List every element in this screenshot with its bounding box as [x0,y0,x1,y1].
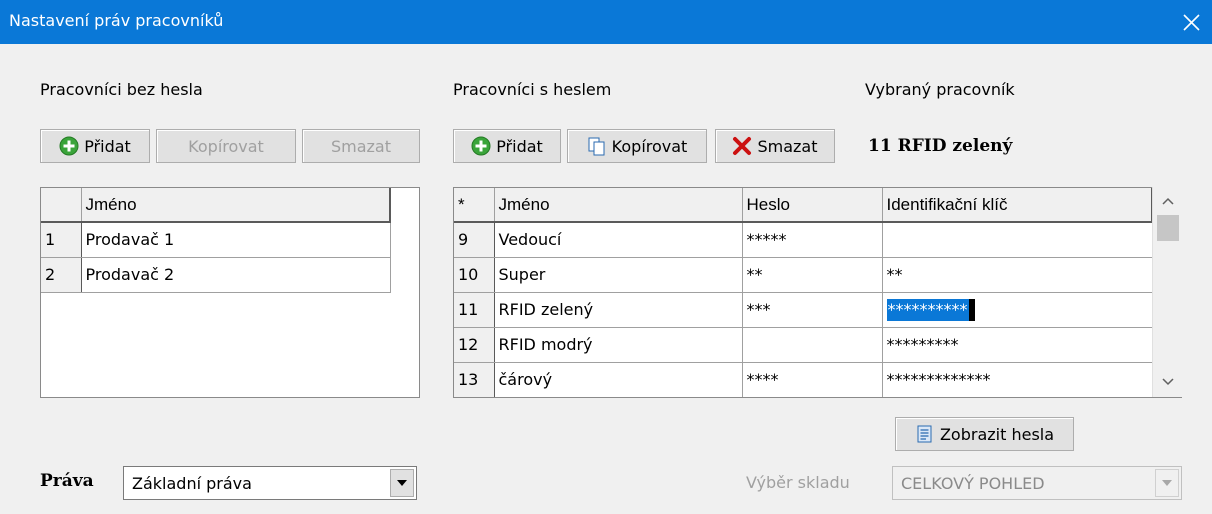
table-header-row: * Jméno Heslo Identifikační klíč [454,188,1153,223]
close-icon [1183,14,1200,31]
row-number: 9 [454,222,495,258]
scroll-up-button[interactable] [1153,189,1183,213]
table-row-selected[interactable]: 11 RFID zelený *** ********** [454,292,1153,328]
row-name[interactable]: Prodavač 1 [81,222,391,258]
scroll-thumb[interactable] [1157,215,1179,241]
column-header-name[interactable]: Jméno [81,188,391,223]
table-vertical-scrollbar[interactable] [1152,187,1182,397]
row-number: 1 [41,222,82,258]
row-name[interactable]: RFID zelený [494,292,743,328]
close-button[interactable] [1172,0,1212,44]
row-number: 2 [41,257,82,293]
right-add-label: Přidat [496,136,543,156]
row-id-key[interactable]: ************* [882,362,1153,397]
table-row[interactable]: 12 RFID modrý ********* [454,327,1153,363]
table-row[interactable]: 9 Vedoucí ***** [454,222,1153,258]
row-password[interactable]: *** [742,292,883,328]
row-number: 12 [454,327,495,363]
left-delete-button[interactable]: Smazat [302,129,420,163]
warehouse-select[interactable]: CELKOVÝ POHLED [892,466,1182,500]
rights-select[interactable]: Základní práva [123,466,417,500]
row-id-key-editing[interactable]: ********** [882,292,1153,328]
right-panel-heading: Pracovníci s heslem [453,80,612,99]
row-number: 10 [454,257,495,293]
row-number: 13 [454,362,495,397]
chevron-up-icon [1162,197,1174,205]
rights-dropdown-button[interactable] [390,469,414,497]
left-copy-button[interactable]: Kopírovat [156,129,296,163]
title-bar: Nastavení práv pracovníků [0,0,1212,44]
document-list-icon [917,425,932,443]
row-number: 11 [454,292,495,328]
column-header-star: * [454,188,495,223]
row-id-key[interactable]: ********* [882,327,1153,363]
table-row[interactable]: 2 Prodavač 2 [41,257,391,293]
row-name[interactable]: Vedoucí [494,222,743,258]
column-header-name[interactable]: Jméno [494,188,743,223]
table-row[interactable]: 13 čárový **** ************* [454,362,1153,397]
window-title: Nastavení práv pracovníků [9,11,224,30]
copy-pages-icon [588,137,605,156]
chevron-down-icon [1162,378,1174,386]
rights-select-value: Základní práva [132,474,252,493]
row-password[interactable]: **** [742,362,883,397]
show-passwords-label: Zobrazit hesla [939,424,1055,444]
chevron-down-icon [1162,480,1172,486]
row-password[interactable] [742,327,883,363]
row-id-key[interactable]: ** [882,257,1153,293]
warehouse-dropdown-button[interactable] [1155,469,1179,497]
show-passwords-button[interactable]: Zobrazit hesla [895,417,1074,451]
row-password[interactable]: ** [742,257,883,293]
table-row[interactable]: 1 Prodavač 1 [41,222,391,258]
workers-with-password-table[interactable]: * Jméno Heslo Identifikační klíč 9 Vedou… [453,187,1182,398]
left-panel-heading: Pracovníci bez hesla [40,80,203,99]
red-x-icon [733,137,752,155]
workers-without-password-table[interactable]: Jméno 1 Prodavač 1 2 Prodavač 2 [40,187,420,398]
right-delete-label: Smazat [757,136,818,156]
left-add-label: Přidat [84,136,131,156]
left-delete-label: Smazat [330,136,392,156]
right-delete-button[interactable]: Smazat [715,129,835,163]
right-copy-button[interactable]: Kopírovat [567,129,707,163]
column-header-password[interactable]: Heslo [742,188,883,223]
warehouse-label: Výběr skladu [746,473,850,492]
row-password[interactable]: ***** [742,222,883,258]
left-copy-label: Kopírovat [188,136,264,156]
right-add-button[interactable]: Přidat [453,129,561,163]
rights-label: Práva [40,471,94,491]
row-name[interactable]: čárový [494,362,743,397]
row-name[interactable]: Prodavač 2 [81,257,391,293]
left-add-button[interactable]: Přidat [40,129,150,163]
text-caret [968,298,975,321]
table-header-row: Jméno [41,188,391,223]
row-name[interactable]: Super [494,257,743,293]
plus-circle-icon [59,136,79,156]
table-row[interactable]: 10 Super ** ** [454,257,1153,293]
chevron-down-icon [397,480,407,486]
column-header-number [41,188,82,223]
selected-worker-heading: Vybraný pracovník [865,80,1015,99]
id-key-selected-text: ********** [886,298,969,321]
column-header-id-key[interactable]: Identifikační klíč [882,188,1153,223]
row-name[interactable]: RFID modrý [494,327,743,363]
right-copy-label: Kopírovat [611,136,688,156]
scroll-down-button[interactable] [1153,370,1183,394]
warehouse-select-value: CELKOVÝ POHLED [901,474,1045,493]
selected-worker-value: 11 RFID zelený [868,136,1013,156]
plus-circle-icon [471,136,491,156]
row-id-key[interactable] [882,222,1153,258]
